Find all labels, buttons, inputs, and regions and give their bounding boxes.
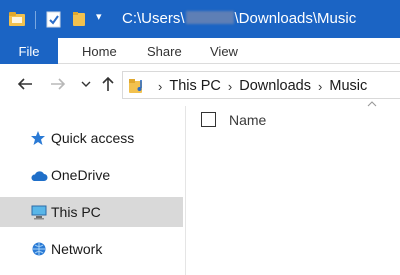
sidebar-item-this-pc[interactable]: This PC: [0, 197, 183, 227]
file-explorer-icon[interactable]: [7, 9, 27, 29]
sidebar-item-label: Quick access: [51, 130, 135, 146]
tab-share[interactable]: Share: [147, 38, 182, 64]
sidebar-item-onedrive[interactable]: OneDrive: [0, 160, 183, 190]
breadcrumb: › This PC › Downloads › Music: [151, 78, 367, 94]
sidebar-item-label: OneDrive: [51, 167, 111, 183]
customize-toolbar-dropdown[interactable]: ▾: [96, 10, 102, 23]
title-path-prefix: C:\Users\: [122, 10, 185, 27]
breadcrumb-separator[interactable]: ›: [158, 79, 162, 94]
tab-home[interactable]: Home: [82, 38, 117, 64]
tab-file[interactable]: File: [0, 38, 58, 64]
computer-icon: [31, 205, 47, 220]
music-folder-icon: [129, 79, 142, 93]
navigation-bar: › This PC › Downloads › Music: [0, 64, 400, 106]
properties-icon[interactable]: [45, 9, 63, 29]
sidebar-item-label: This PC: [51, 204, 101, 220]
title-path-suffix: \Downloads\Music: [234, 10, 357, 27]
forward-arrow-icon[interactable]: [49, 76, 67, 92]
title-separator: [35, 11, 36, 29]
sort-arrow-icon: [367, 101, 377, 107]
column-header-name[interactable]: Name: [229, 112, 266, 128]
file-list: [187, 106, 400, 275]
sidebar-item-label: Network: [51, 241, 103, 257]
back-arrow-icon[interactable]: [16, 76, 34, 92]
recent-locations-chevron-icon[interactable]: [80, 79, 92, 89]
up-arrow-icon[interactable]: [101, 76, 115, 92]
select-all-checkbox[interactable]: [201, 112, 216, 127]
redacted-username: [185, 11, 234, 24]
new-folder-icon[interactable]: [71, 9, 87, 29]
sidebar-item-quick-access[interactable]: Quick access: [0, 123, 183, 153]
breadcrumb-separator[interactable]: ›: [318, 79, 322, 94]
sidebar-item-network[interactable]: Network: [0, 234, 183, 264]
breadcrumb-separator[interactable]: ›: [228, 79, 232, 94]
window-title: C:\Users\ \Downloads\Music: [122, 10, 356, 27]
star-icon: [31, 131, 45, 145]
title-bar: ▾ C:\Users\ \Downloads\Music: [0, 0, 400, 38]
breadcrumb-downloads[interactable]: Downloads: [239, 78, 311, 94]
address-bar[interactable]: › This PC › Downloads › Music: [122, 71, 400, 99]
breadcrumb-music[interactable]: Music: [329, 78, 367, 94]
breadcrumb-this-pc[interactable]: This PC: [169, 78, 221, 94]
network-icon: [32, 242, 46, 256]
navigation-pane: Quick access OneDrive This PC Network: [0, 106, 186, 275]
tab-view[interactable]: View: [210, 38, 238, 64]
ribbon-tabs: File Home Share View: [0, 38, 400, 64]
cloud-icon: [31, 171, 48, 181]
